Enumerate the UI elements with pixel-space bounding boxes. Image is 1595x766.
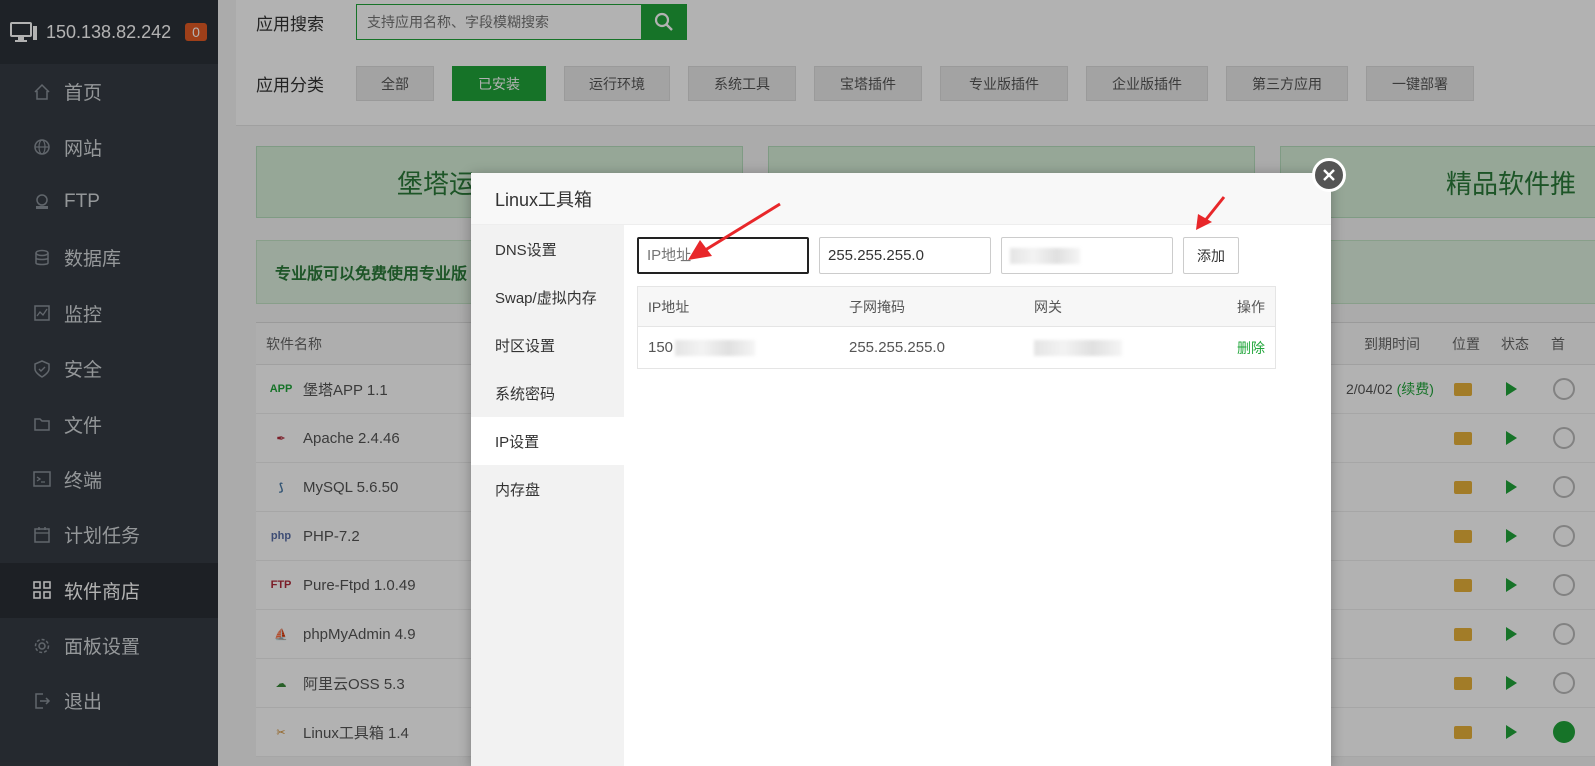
ip-value: 150 xyxy=(648,338,674,356)
modal-menu-item-1[interactable]: Swap/虚拟内存 xyxy=(471,273,624,321)
linux-toolbox-modal: Linux工具箱 DNS设置Swap/虚拟内存时区设置系统密码IP设置内存盘 添… xyxy=(471,173,1331,766)
ip-address-input[interactable] xyxy=(637,237,809,274)
close-icon xyxy=(1323,169,1335,181)
modal-title: Linux工具箱 xyxy=(471,173,1331,225)
modal-menu-item-4[interactable]: IP设置 xyxy=(471,417,624,465)
modal-menu-item-2[interactable]: 时区设置 xyxy=(471,321,624,369)
gateway-input[interactable] xyxy=(1001,237,1173,274)
close-button[interactable] xyxy=(1312,158,1346,192)
modal-menu-item-3[interactable]: 系统密码 xyxy=(471,369,624,417)
ip-table: IP地址 子网掩码 网关 操作 150 255.255.255.0 删除 xyxy=(637,286,1276,369)
netmask-value: 255.255.255.0 xyxy=(849,339,945,356)
table-row: 150 255.255.255.0 删除 xyxy=(638,327,1275,368)
modal-menu: DNS设置 Swap/虚拟内存 时区设置 系统密码 IP设置 内存盘 xyxy=(471,225,624,766)
redacted-gateway xyxy=(1010,247,1080,264)
add-button[interactable]: 添加 xyxy=(1183,237,1239,274)
modal-menu-item-5[interactable]: 内存盘 xyxy=(471,465,624,513)
modal-menu-item-0[interactable]: DNS设置 xyxy=(471,225,624,273)
delete-link[interactable]: 删除 xyxy=(1237,338,1265,358)
netmask-input[interactable] xyxy=(819,237,991,274)
ip-settings-panel: 添加 IP地址 子网掩码 网关 操作 150 255.255.255.0 删除 xyxy=(637,237,1311,369)
redacted-ip xyxy=(675,340,756,357)
ip-table-header: IP地址 子网掩码 网关 操作 xyxy=(638,287,1275,327)
redacted-gateway-value xyxy=(1034,340,1122,357)
